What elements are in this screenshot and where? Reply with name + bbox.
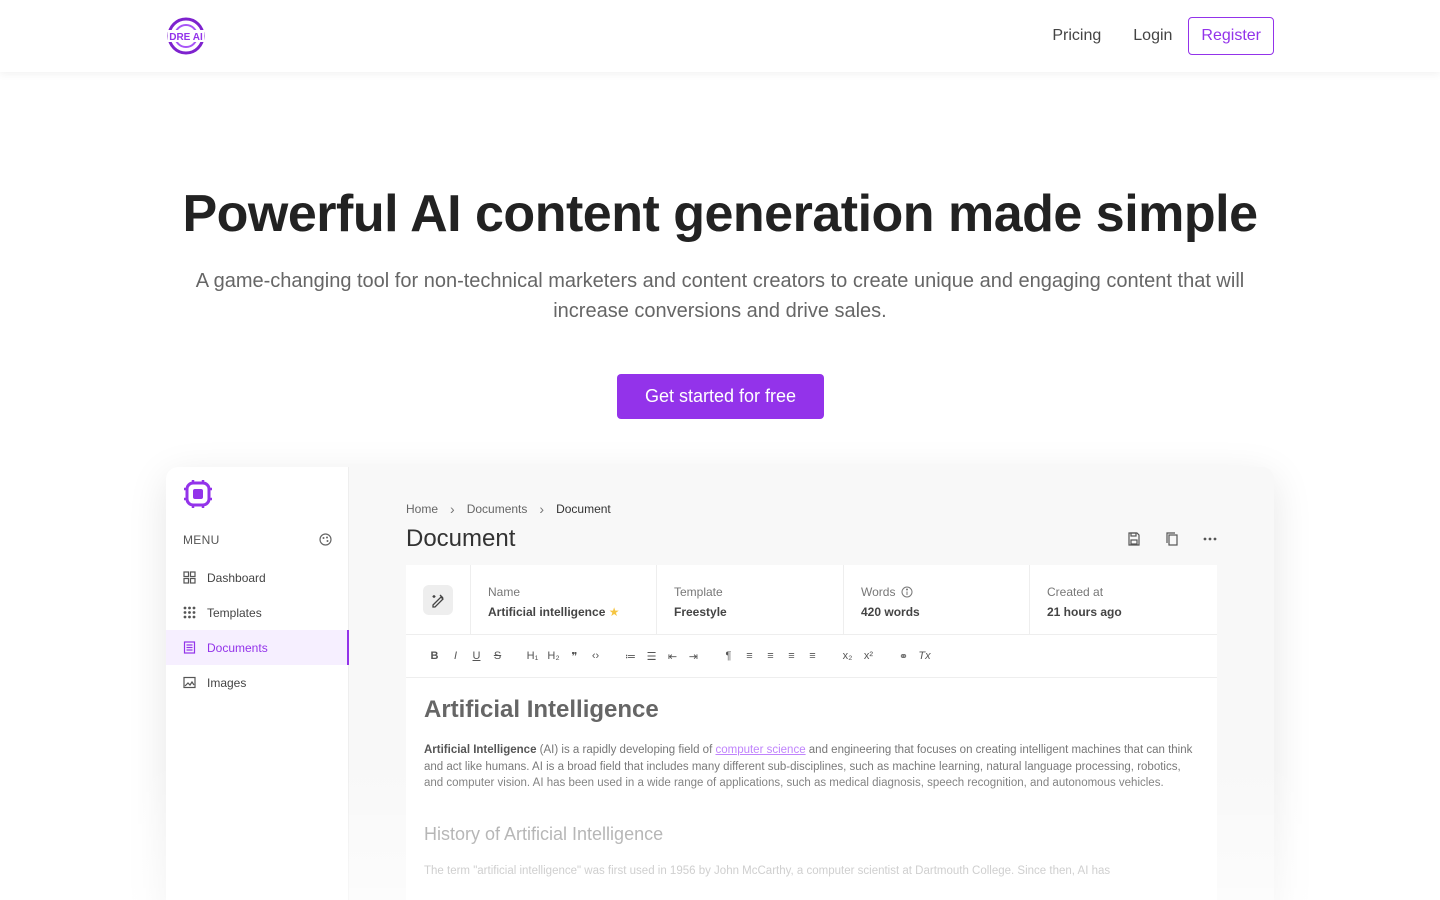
meta-words-label-row: Words (861, 585, 1013, 599)
code-icon[interactable]: ‹› (585, 650, 606, 662)
breadcrumb-documents[interactable]: Documents (467, 502, 528, 516)
meta-created: Created at 21 hours ago (1030, 565, 1217, 634)
nav-login-link[interactable]: Login (1133, 27, 1172, 45)
magic-pen-icon (423, 584, 453, 615)
editor-paragraph-1: Artificial Intelligence (AI) is a rapidl… (424, 742, 1199, 792)
sidebar-item-label: Documents (207, 640, 268, 655)
meta-name-label: Name (488, 585, 521, 599)
outdent-icon[interactable]: ⇤ (662, 650, 683, 663)
italic-icon[interactable]: I (445, 650, 466, 662)
document-icon (183, 641, 196, 654)
get-started-button[interactable]: Get started for free (617, 374, 824, 419)
sidebar-item-documents[interactable]: Documents (166, 630, 349, 665)
palette-icon[interactable] (319, 533, 332, 546)
meta-name: Name Artificial intelligence ★ (471, 565, 657, 634)
meta-created-label: Created at (1047, 585, 1104, 599)
app-preview-screenshot: MENU Dashboard Templates Documents Image… (166, 467, 1274, 900)
breadcrumb-current: Document (556, 502, 611, 516)
editor-link[interactable]: computer science (715, 744, 805, 756)
nav-pricing-link[interactable]: Pricing (1052, 27, 1101, 45)
meta-template-label: Template (674, 585, 723, 599)
page-title: Document (406, 525, 516, 552)
sidebar-item-images[interactable]: Images (166, 665, 349, 700)
meta-template: Template Freestyle (657, 565, 844, 634)
clear-format-icon[interactable]: Tx (914, 650, 935, 662)
preview-sidebar: MENU Dashboard Templates Documents Image… (166, 467, 349, 900)
meta-words-value: 420 words (861, 605, 920, 619)
main-nav: Pricing Login Register (1020, 17, 1274, 55)
strikethrough-icon[interactable]: S (487, 650, 508, 662)
dashboard-icon (183, 571, 196, 584)
meta-created-value: 21 hours ago (1047, 605, 1122, 619)
document-meta-bar: Name Artificial intelligence ★ Template … (406, 565, 1217, 635)
editor-bold-term: Artificial Intelligence (424, 744, 537, 756)
breadcrumb: Home › Documents › Document (406, 501, 611, 517)
chevron-right-icon: › (539, 501, 545, 517)
text-direction-icon[interactable]: ¶ (718, 650, 739, 662)
meta-name-value-row: Artificial intelligence ★ (488, 605, 640, 619)
quote-icon[interactable]: ❞ (564, 650, 585, 663)
info-icon[interactable] (901, 586, 913, 598)
bold-icon[interactable]: B (424, 650, 445, 662)
save-icon[interactable] (1126, 531, 1142, 547)
sidebar-item-label: Dashboard (207, 570, 266, 585)
brand-logo[interactable]: DRE AI (166, 16, 206, 56)
chevron-right-icon: › (450, 501, 455, 517)
meta-name-value: Artificial intelligence (488, 605, 606, 619)
sidebar-item-dashboard[interactable]: Dashboard (166, 560, 349, 595)
indent-icon[interactable]: ⇥ (683, 650, 704, 663)
meta-icon-cell (406, 565, 471, 634)
preview-main: Home › Documents › Document Document Nam… (349, 467, 1274, 900)
sidebar-item-label: Templates (207, 605, 262, 620)
editor-heading-2: History of Artificial Intelligence (424, 823, 664, 844)
svg-text:DRE AI: DRE AI (169, 32, 203, 43)
star-icon[interactable]: ★ (609, 605, 620, 619)
hero-subtitle: A game-changing tool for non-technical m… (195, 270, 1245, 322)
more-icon[interactable] (1202, 531, 1218, 547)
meta-words: Words 420 words (844, 565, 1030, 634)
align-justify-icon[interactable]: ≡ (802, 650, 823, 662)
meta-template-value: Freestyle (674, 605, 727, 619)
menu-label: MENU (183, 533, 220, 547)
editor-text: (AI) is a rapidly developing field of (536, 744, 716, 756)
grid-dots-icon (183, 606, 196, 619)
image-icon (183, 676, 196, 689)
meta-words-label: Words (861, 585, 896, 599)
ordered-list-icon[interactable]: ≔ (620, 650, 641, 663)
align-left-icon[interactable]: ≡ (739, 650, 760, 662)
top-navbar: DRE AI Pricing Login Register (0, 0, 1440, 72)
link-icon[interactable]: ⚭ (893, 650, 914, 663)
subscript-icon[interactable]: x₂ (837, 650, 858, 662)
chip-logo-icon (183, 479, 213, 509)
editor-content[interactable]: Artificial Intelligence Artificial Intel… (406, 678, 1217, 900)
document-actions (1126, 531, 1218, 547)
hero-title: Powerful AI content generation made simp… (182, 185, 1258, 243)
heading2-icon[interactable]: H₂ (543, 650, 564, 662)
bullet-list-icon[interactable]: ☰ (641, 650, 662, 663)
editor-paragraph-2: The term "artificial intelligence" was f… (424, 864, 1111, 877)
copy-icon[interactable] (1164, 531, 1180, 547)
align-right-icon[interactable]: ≡ (781, 650, 802, 662)
heading1-icon[interactable]: H₁ (522, 650, 543, 662)
align-center-icon[interactable]: ≡ (760, 650, 781, 662)
underline-icon[interactable]: U (466, 650, 487, 662)
sidebar-item-label: Images (207, 675, 247, 690)
sidebar-item-templates[interactable]: Templates (166, 595, 349, 630)
editor-toolbar: B I U S H₁ H₂ ❞ ‹› ≔ ☰ ⇤ ⇥ ¶ ≡ ≡ ≡ ≡ x₂ … (406, 635, 1217, 678)
superscript-icon[interactable]: x² (858, 650, 879, 662)
register-button[interactable]: Register (1188, 17, 1274, 55)
editor-heading-1: Artificial Intelligence (424, 696, 659, 723)
breadcrumb-home[interactable]: Home (406, 502, 438, 516)
